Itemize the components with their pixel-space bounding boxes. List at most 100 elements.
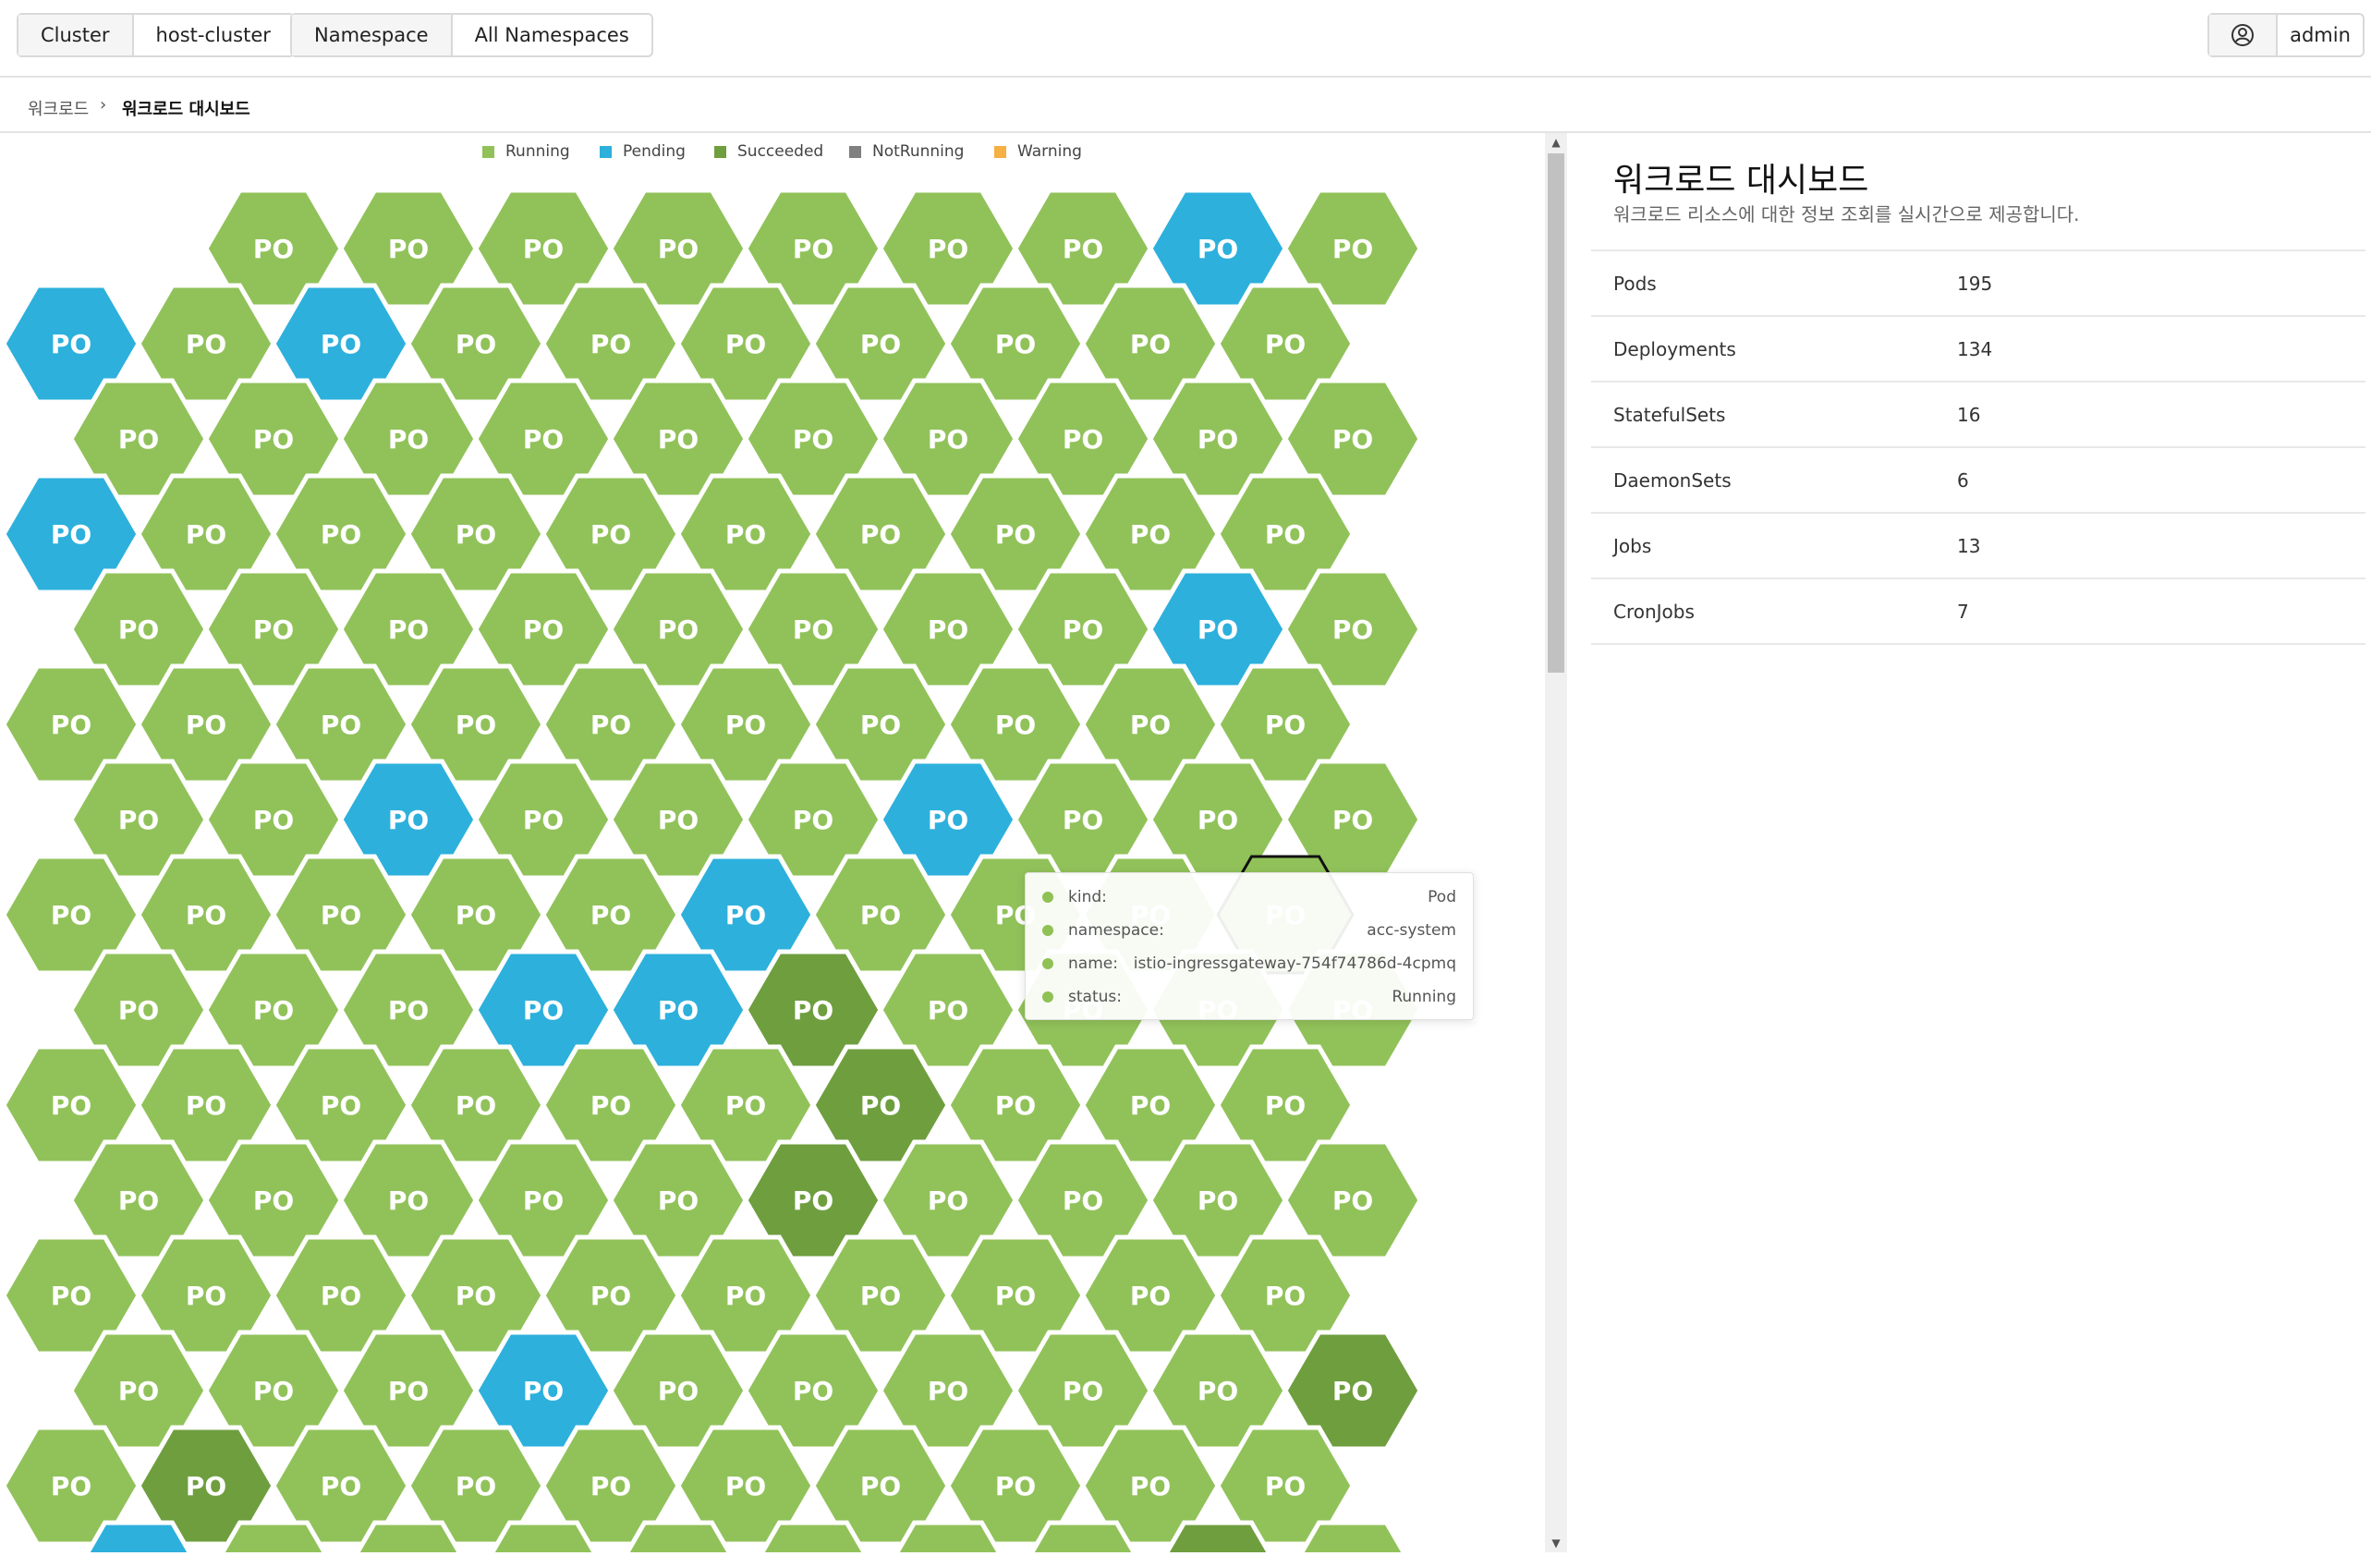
pod-hex-label: PO [1063,1376,1103,1406]
pod-hex-label: PO [118,995,159,1026]
pod-hex-label: PO [860,329,901,359]
pod-hex-label: PO [523,995,564,1026]
breadcrumb-parent[interactable]: 워크로드 [28,96,89,120]
pod-hex-grid: PO PO PO PO PO PO PO PO PO PO PO PO PO PO PO PO PO PO PO PO… [1,188,1423,1552]
tooltip-row-kind: kind: Pod [1042,881,1456,914]
pod-hex-label: PO [253,1376,294,1406]
cluster-selector[interactable]: Cluster host-cluster [17,13,295,57]
pod-hex-label: PO [456,710,496,740]
table-row: Pods 195 [1591,249,2365,316]
pod-hex-label: PO [523,424,564,455]
pod-hex-label: PO [928,614,968,645]
pod-hex-label: PO [1198,805,1238,835]
pod-hexmap-panel: Running Pending Succeeded NotRunning War… [0,133,1545,1552]
stat-name: StatefulSets [1591,381,1957,447]
pod-hex-label: PO [456,1281,496,1311]
pod-hex-label: PO [253,805,294,835]
user-name[interactable]: admin [2278,15,2363,55]
pod-hex-label: PO [1130,1281,1171,1311]
page-title: 워크로드 대시보드 [1613,162,1869,200]
pod-hex-label: PO [186,1281,226,1311]
pod-hex-label: PO [725,519,766,550]
pod-hex-label: PO [51,1471,91,1501]
pod-hex-label: PO [186,1090,226,1121]
pod-hex-label: PO [995,710,1036,740]
pod-hex-label: PO [725,329,766,359]
stat-count: 13 [1957,512,2365,578]
pod-hex-label: PO [658,234,699,264]
pod-hex-label: PO [523,1185,564,1216]
pod-hex-label: PO [793,614,833,645]
pod-hex-label: PO [928,234,968,264]
pod-hex-label: PO [860,1090,901,1121]
tooltip-value: istio-ingressgateway-754f74786d-4cpmq [1133,954,1456,973]
pod-hex-label: PO [186,710,226,740]
pod-hex-label: PO [1265,710,1306,740]
workload-stats-table: Pods 195 Deployments 134 StatefulSets 16… [1591,249,2365,645]
user-circle-icon[interactable] [2209,15,2278,55]
scroll-up-arrow-icon[interactable]: ▲ [1545,133,1567,152]
pod-hex-label: PO [590,900,631,930]
pod-hex-label: PO [1198,1376,1238,1406]
pod-hex-label: PO [793,1185,833,1216]
pod-hex-label: PO [1130,329,1171,359]
pod-hex-label: PO [321,710,361,740]
table-row: Jobs 13 [1591,512,2365,578]
pod-hex-label: PO [1332,424,1373,455]
tooltip-value: Running [1392,988,1456,1006]
pod-hex-label: PO [995,519,1036,550]
pod-hex-label: PO [1265,519,1306,550]
scroll-down-arrow-icon[interactable]: ▼ [1545,1534,1567,1552]
scroll-thumb[interactable] [1548,153,1564,673]
stat-count: 6 [1957,446,2365,513]
pod-hex-label: PO [523,234,564,264]
pod-hex-label: PO [995,1281,1036,1311]
namespace-selector[interactable]: Namespace All Namespaces [290,13,653,57]
pod-hex-label: PO [253,424,294,455]
pod-hex-label: PO [725,1090,766,1121]
chart-scrollbar[interactable]: ▲ ▼ [1545,133,1567,1552]
pod-hex-label: PO [1265,1471,1306,1501]
pod-hex-label: PO [253,995,294,1026]
pod-hex-label: PO [725,1471,766,1501]
pod-hex-label: PO [456,1471,496,1501]
pod-hex-label: PO [793,805,833,835]
tooltip-key: namespace: [1068,921,1164,940]
pod-hex-label: PO [186,329,226,359]
pod-hex-label: PO [1265,1281,1306,1311]
page-subtitle: 워크로드 리소스에 대한 정보 조회를 실시간으로 제공합니다. [1613,203,2080,225]
pod-hex-label: PO [1063,805,1103,835]
breadcrumb-current: 워크로드 대시보드 [122,100,250,119]
pod-hex-label: PO [590,1090,631,1121]
pod-hex-label: PO [523,805,564,835]
pod-hex-label: PO [658,424,699,455]
pod-hex-label: PO [928,1376,968,1406]
pod-hex-label: PO [590,1281,631,1311]
user-menu[interactable]: admin [2207,13,2365,57]
cluster-value[interactable]: host-cluster [134,15,293,55]
pod-hex-label: PO [321,329,361,359]
pod-hex-label: PO [118,1376,159,1406]
pod-hex-label: PO [1198,234,1238,264]
stat-name: Pods [1591,249,1957,316]
pod-hex-label: PO [1063,614,1103,645]
table-row: DaemonSets 6 [1591,446,2365,513]
stat-count: 16 [1957,381,2365,447]
pod-hex-label: PO [321,1090,361,1121]
pod-hex-label: PO [658,995,699,1026]
pod-hex-label: PO [321,519,361,550]
pod-hex-label: PO [388,1185,429,1216]
namespace-value[interactable]: All Namespaces [453,15,651,55]
breadcrumb: 워크로드 › 워크로드 대시보드 [0,78,2371,133]
pod-hex-label: PO [51,329,91,359]
pod-hex-label: PO [860,519,901,550]
pod-hex-label: PO [860,1471,901,1501]
tooltip-row-status: status: Running [1042,980,1456,1014]
pod-hex-label: PO [51,1281,91,1311]
bullet-icon [1042,892,1053,903]
pod-hex-label: PO [793,995,833,1026]
pod-hex-label: PO [51,1090,91,1121]
pod-hex-label: PO [860,900,901,930]
stat-name: Deployments [1591,315,1957,382]
pod-hex-label: PO [253,234,294,264]
